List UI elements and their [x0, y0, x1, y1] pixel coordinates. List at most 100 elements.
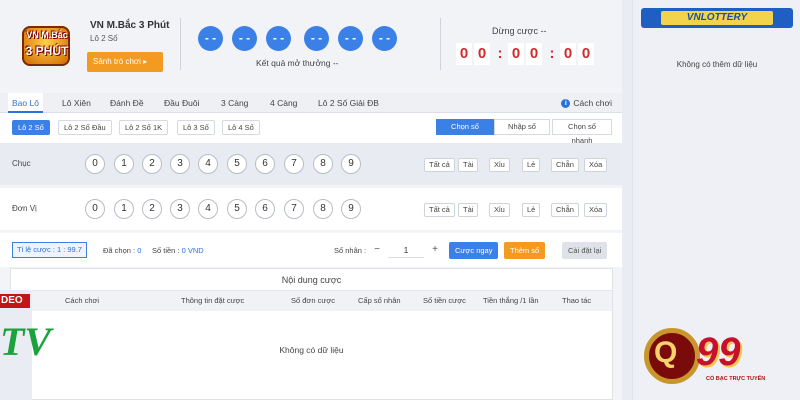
- stop-label: Dừng cược --: [492, 26, 547, 36]
- tab-lo-xien[interactable]: Lô Xiên: [62, 93, 91, 113]
- digit-ball[interactable]: 0: [85, 154, 105, 174]
- digit-ball[interactable]: 9: [341, 154, 361, 174]
- digit-ball[interactable]: 8: [313, 154, 333, 174]
- digit-ball[interactable]: 2: [142, 199, 162, 219]
- number-row-don-vi: Đơn Vị 0 1 2 3 4 5 6 7 8 9 Tất cả Tài Xỉ…: [0, 188, 622, 230]
- result-ball: - -: [198, 26, 223, 51]
- number-row-chuc: Chục 0 1 2 3 4 5 6 7 8 9 Tất cả Tài Xỉu …: [0, 143, 622, 185]
- sub-tabs: Lô 2 Số Lô 2 Số Đầu Lô 2 Số 1K Lô 3 Số L…: [0, 113, 622, 145]
- digit-ball[interactable]: 7: [284, 199, 304, 219]
- quick-clear-button[interactable]: Xóa: [584, 158, 608, 172]
- subtab-lo-2-so[interactable]: Lô 2 Số: [12, 120, 50, 135]
- digit-ball[interactable]: 0: [85, 199, 105, 219]
- tab-3-cang[interactable]: 3 Càng: [221, 93, 248, 113]
- quick-chan-button[interactable]: Chẵn: [551, 158, 579, 172]
- chosen-label: Đã chọn :: [103, 246, 138, 255]
- digit-ball[interactable]: 2: [142, 154, 162, 174]
- digit-ball[interactable]: 4: [198, 199, 218, 219]
- bet-amount: Số tiền : 0 VND: [152, 246, 204, 255]
- timer-separator: :: [549, 45, 555, 62]
- digit-ball[interactable]: 6: [255, 154, 275, 174]
- money-value: 0 VND: [181, 246, 204, 255]
- result-label: Kết quả mở thưởng --: [256, 58, 339, 68]
- bet-content-table: Nội dung cược Cách chơi Thông tin đặt cư…: [10, 268, 613, 400]
- quick-tai-button[interactable]: Tài: [458, 203, 479, 217]
- quick-all-button[interactable]: Tất cả: [424, 158, 455, 172]
- chosen-count: Đã chọn : 0: [103, 246, 141, 255]
- digit-ball[interactable]: 5: [227, 199, 247, 219]
- quick-xiu-button[interactable]: Xỉu: [489, 158, 510, 172]
- divider: [180, 18, 181, 70]
- result-ball: - -: [304, 26, 329, 51]
- multiplier-label: Số nhân :: [334, 246, 367, 255]
- q99-watermark: Q 99 CỔ BẠC TRỰC TUYẾN: [640, 322, 776, 388]
- howto-link[interactable]: i Cách chơi: [561, 93, 612, 113]
- multiplier-input[interactable]: 1: [388, 242, 424, 258]
- q99-letter: Q: [654, 336, 678, 369]
- video-badge: DEO: [0, 294, 30, 308]
- plus-button[interactable]: +: [428, 242, 442, 258]
- game-logo: VN M.Bắc 3 PHÚT: [14, 22, 80, 70]
- digit-ball[interactable]: 9: [341, 199, 361, 219]
- vnlottery-banner[interactable]: VNLOTTERY: [641, 8, 793, 28]
- info-icon: i: [561, 99, 571, 109]
- game-title: VN M.Bắc 3 Phút: [90, 20, 170, 31]
- tab-danh-de[interactable]: Đánh Đề: [110, 93, 144, 113]
- game-tabs: Bao Lô Lô Xiên Đánh Đề Đầu Đuôi 3 Càng 4…: [0, 93, 622, 113]
- divider: [440, 18, 441, 70]
- quick-le-button[interactable]: Lẻ: [522, 158, 541, 172]
- lobby-button[interactable]: Sảnh trò chơi ▸: [87, 52, 163, 72]
- digit-ball[interactable]: 5: [227, 154, 247, 174]
- quick-chan-button[interactable]: Chẵn: [551, 203, 579, 217]
- subtab-lo-3-so[interactable]: Lô 3 Số: [177, 120, 215, 135]
- quick-tai-button[interactable]: Tài: [458, 158, 479, 172]
- game-header: VN M.Bắc 3 PHÚT VN M.Bắc 3 Phút Lô 2 Số …: [0, 0, 622, 88]
- howto-label: Cách chơi: [573, 98, 612, 108]
- column-header: Thông tin đặt cược: [181, 296, 245, 305]
- subtab-lo-2-so-1k[interactable]: Lô 2 Số 1K: [119, 120, 169, 135]
- quick-clear-button[interactable]: Xóa: [584, 203, 608, 217]
- digit-ball[interactable]: 7: [284, 154, 304, 174]
- minus-button[interactable]: −: [370, 242, 384, 258]
- tab-4-cang[interactable]: 4 Càng: [270, 93, 297, 113]
- result-ball: - -: [372, 26, 397, 51]
- quick-xiu-button[interactable]: Xỉu: [489, 203, 510, 217]
- quick-le-button[interactable]: Lẻ: [522, 203, 541, 217]
- logo-line1: VN M.Bắc: [26, 30, 68, 40]
- mode-chon-so[interactable]: Chọn số: [436, 119, 494, 135]
- add-number-button[interactable]: Thêm số: [504, 242, 546, 259]
- q99-number: 99: [696, 330, 741, 374]
- odds-ratio: Tỉ lệ cược : 1 : 99.7: [12, 242, 87, 258]
- row-label: Chục: [12, 159, 31, 168]
- column-header: Cấp số nhân: [358, 296, 401, 305]
- money-label: Số tiền :: [152, 246, 182, 255]
- digit-ball[interactable]: 4: [198, 154, 218, 174]
- tab-bao-lo[interactable]: Bao Lô: [8, 93, 43, 113]
- main-panel: VN M.Bắc 3 PHÚT VN M.Bắc 3 Phút Lô 2 Số …: [0, 0, 622, 400]
- subtab-lo-2-so-dau[interactable]: Lô 2 Số Đầu: [58, 120, 112, 135]
- bet-now-button[interactable]: Cược ngay: [449, 242, 499, 259]
- column-header: Thao tác: [562, 296, 592, 305]
- empty-message: Không có dữ liệu: [279, 345, 344, 355]
- q99-tagline: CỔ BẠC TRỰC TUYẾN: [706, 376, 766, 382]
- chosen-value: 0: [137, 246, 142, 255]
- mode-chon-so-nhanh[interactable]: Chọn số nhanh: [552, 119, 612, 145]
- digit-ball[interactable]: 1: [114, 199, 134, 219]
- timer-digit: 0: [456, 43, 472, 65]
- column-header: Cách chơi: [65, 296, 100, 305]
- digit-ball[interactable]: 3: [170, 154, 190, 174]
- game-subtitle: Lô 2 Số: [90, 34, 118, 43]
- mode-nhap-so[interactable]: Nhập số: [494, 119, 550, 135]
- digit-ball[interactable]: 3: [170, 199, 190, 219]
- column-header: Số đơn cược: [291, 296, 336, 305]
- tab-lo-2-so-giai-db[interactable]: Lô 2 Số Giải ĐB: [318, 93, 379, 113]
- quick-all-button[interactable]: Tất cả: [424, 203, 455, 217]
- digit-ball[interactable]: 6: [255, 199, 275, 219]
- digit-ball[interactable]: 1: [114, 154, 134, 174]
- tab-dau-duoi[interactable]: Đầu Đuôi: [164, 93, 199, 113]
- column-header: Tiền thắng /1 lần: [483, 296, 539, 305]
- subtab-lo-4-so[interactable]: Lô 4 Số: [222, 120, 260, 135]
- reset-button[interactable]: Cài đặt lại: [562, 242, 608, 259]
- digit-ball[interactable]: 8: [313, 199, 333, 219]
- column-header: Số tiền cược: [423, 296, 466, 305]
